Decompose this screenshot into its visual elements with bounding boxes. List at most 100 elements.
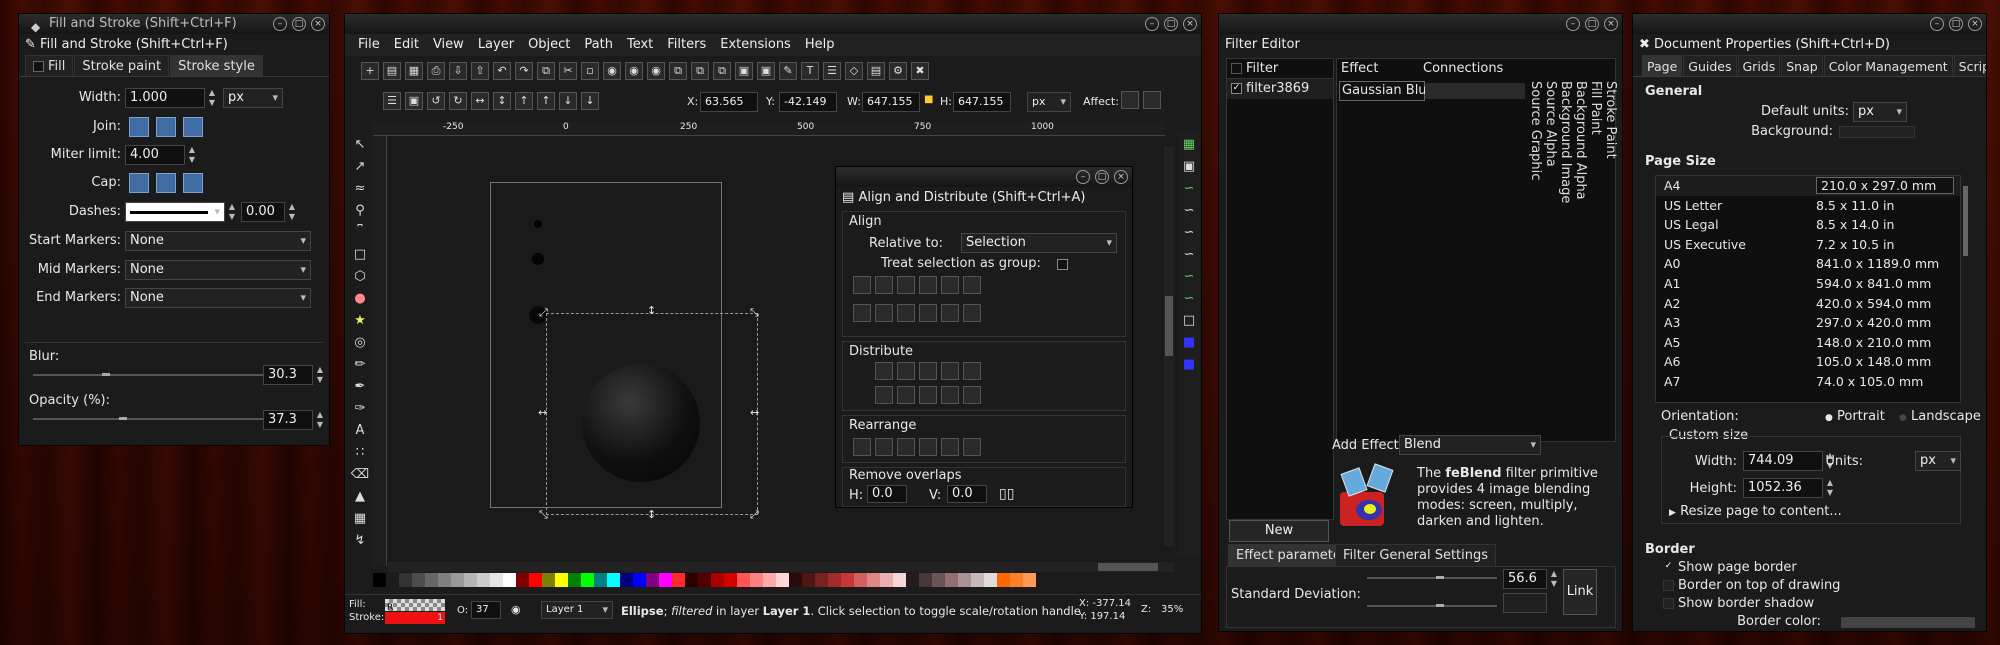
- clone-icon[interactable]: ⧉: [691, 62, 709, 80]
- close-icon[interactable]: ×: [1604, 17, 1618, 31]
- tab-stroke-paint[interactable]: Stroke paint: [74, 55, 170, 76]
- lower-icon[interactable]: ↓: [559, 92, 577, 110]
- paste-icon[interactable]: ▫: [581, 62, 599, 80]
- cap-round-icon[interactable]: [156, 173, 176, 193]
- blur-slider[interactable]: [33, 374, 275, 376]
- graph-layout-icon[interactable]: [853, 438, 871, 456]
- scale-handle-icon[interactable]: ⤢: [750, 508, 759, 522]
- lock-icon[interactable]: ■: [924, 94, 933, 105]
- save-icon[interactable]: ▦: [405, 62, 423, 80]
- distribute-gaps-v-icon[interactable]: [941, 386, 959, 404]
- distribute-bottom-icon[interactable]: [919, 386, 937, 404]
- zoom-selection-icon[interactable]: ◉: [603, 62, 621, 80]
- palette-swatch[interactable]: [555, 573, 568, 587]
- close-icon[interactable]: ×: [1183, 17, 1197, 31]
- palette-swatch[interactable]: [984, 573, 997, 587]
- snap-toggle-icon[interactable]: ▦: [1178, 134, 1200, 156]
- gradient-tool-icon[interactable]: ▦: [349, 508, 371, 530]
- blur-input[interactable]: 30.3: [263, 365, 313, 385]
- page-size-list[interactable]: A4 210.0 x 297.0 mm US Letter 8.5 x 11.0 in…: [1655, 175, 1961, 403]
- small-dot[interactable]: [534, 220, 542, 228]
- border-on-top-checkbox[interactable]: Border on top of drawing: [1663, 578, 1840, 593]
- align-top-edges-icon[interactable]: [875, 304, 893, 322]
- unlink-clone-icon[interactable]: ⧉: [713, 62, 731, 80]
- close-icon[interactable]: ×: [1114, 170, 1128, 184]
- std-dev-input-x[interactable]: 56.6: [1503, 569, 1547, 589]
- close-icon[interactable]: ×: [311, 17, 325, 31]
- show-border-checkbox[interactable]: ✓ Show page border: [1663, 560, 1797, 575]
- palette-swatch[interactable]: [841, 573, 854, 587]
- snap-guide-icon[interactable]: ■: [1178, 354, 1200, 376]
- width-spinner[interactable]: ▲ ▼: [207, 88, 217, 108]
- palette-swatch[interactable]: [867, 573, 880, 587]
- fill-stroke-titlebar[interactable]: ◆ Fill and Stroke (Shift+Ctrl+F) – □ ×: [19, 14, 329, 34]
- palette-swatch[interactable]: [607, 573, 620, 587]
- flip-horizontal-icon[interactable]: ↔: [471, 92, 489, 110]
- center-vertical-axis-icon[interactable]: [897, 276, 915, 294]
- palette-swatch[interactable]: [815, 573, 828, 587]
- opacity-slider-knob[interactable]: [118, 417, 127, 420]
- palette-swatch[interactable]: [568, 573, 581, 587]
- scale-handle-icon[interactable]: ↕: [647, 508, 656, 521]
- connection-slot[interactable]: [1425, 83, 1525, 99]
- palette-swatch[interactable]: [373, 573, 386, 587]
- miter-spinner[interactable]: ▲ ▼: [187, 145, 197, 165]
- dropper-tool-icon[interactable]: ↯: [349, 530, 371, 552]
- palette-swatch[interactable]: [386, 573, 399, 587]
- maximize-icon[interactable]: □: [1095, 170, 1109, 184]
- open-icon[interactable]: ▤: [383, 62, 401, 80]
- xml-editor-icon[interactable]: ◇: [845, 62, 863, 80]
- page-size-row[interactable]: A7 74.0 x 105.0 mm: [1656, 372, 1960, 392]
- page-size-scrollbar[interactable]: [1963, 186, 1968, 256]
- palette-swatch[interactable]: [633, 573, 646, 587]
- miter-limit-input[interactable]: 4.00: [125, 145, 185, 165]
- menu-layer[interactable]: Layer: [471, 34, 521, 56]
- page-size-row[interactable]: A5 148.0 x 210.0 mm: [1656, 333, 1960, 353]
- snap-page-icon[interactable]: □: [1178, 310, 1200, 332]
- dash-pattern-select[interactable]: [125, 202, 225, 222]
- palette-swatch[interactable]: [698, 573, 711, 587]
- overlap-v-input[interactable]: 0.0: [947, 485, 987, 503]
- tab-guides[interactable]: Guides: [1683, 55, 1737, 76]
- horizontal-scrollbar[interactable]: [388, 562, 1174, 572]
- palette-swatch[interactable]: [932, 573, 945, 587]
- layer-select[interactable]: Layer 1: [541, 601, 613, 619]
- palette-swatch[interactable]: [672, 573, 685, 587]
- copy-icon[interactable]: ⧉: [537, 62, 555, 80]
- menu-extensions[interactable]: Extensions: [713, 34, 798, 56]
- palette-swatch[interactable]: [958, 573, 971, 587]
- close-icon[interactable]: ×: [1968, 17, 1982, 31]
- page-size-row[interactable]: US Legal 8.5 x 14.0 in: [1656, 215, 1960, 235]
- filter-row[interactable]: ✓ filter3869: [1227, 79, 1333, 99]
- default-units-select[interactable]: px: [1853, 102, 1907, 122]
- undo-icon[interactable]: ↶: [493, 62, 511, 80]
- distribute-center-icon[interactable]: [897, 362, 915, 380]
- palette-swatch[interactable]: [594, 573, 607, 587]
- raise-icon[interactable]: ↑: [537, 92, 555, 110]
- palette-swatch[interactable]: [997, 573, 1010, 587]
- scale-handle-icon[interactable]: ↕: [647, 304, 656, 317]
- page-size-row[interactable]: A0 841.0 x 1189.0 mm: [1656, 254, 1960, 274]
- page-size-row[interactable]: A1 594.0 x 841.0 mm: [1656, 274, 1960, 294]
- palette-swatch[interactable]: [399, 573, 412, 587]
- landscape-radio[interactable]: ● Landscape: [1899, 409, 1981, 424]
- snap-grid-icon[interactable]: ■: [1178, 332, 1200, 354]
- tab-page[interactable]: Page: [1642, 55, 1683, 76]
- filter-checkbox[interactable]: ✓: [1231, 83, 1242, 94]
- text-font-icon[interactable]: T: [801, 62, 819, 80]
- tab-stroke-style[interactable]: Stroke style: [170, 55, 263, 76]
- zoom-tool-icon[interactable]: ⚲: [349, 200, 371, 222]
- calligraphy-tool-icon[interactable]: ✑: [349, 398, 371, 420]
- palette-swatch[interactable]: [828, 573, 841, 587]
- palette-swatch[interactable]: [659, 573, 672, 587]
- menu-text[interactable]: Text: [620, 34, 660, 56]
- print-icon[interactable]: ⎙: [427, 62, 445, 80]
- palette-swatch[interactable]: [854, 573, 867, 587]
- pencil-tool-icon[interactable]: ✏: [349, 354, 371, 376]
- overlap-h-input[interactable]: 0.0: [867, 485, 907, 503]
- stroke-swatch[interactable]: 1: [385, 612, 445, 624]
- cap-butt-icon[interactable]: [129, 173, 149, 193]
- page-size-row[interactable]: A2 420.0 x 594.0 mm: [1656, 294, 1960, 314]
- palette-swatch[interactable]: [581, 573, 594, 587]
- exchange-z-order-icon[interactable]: [897, 438, 915, 456]
